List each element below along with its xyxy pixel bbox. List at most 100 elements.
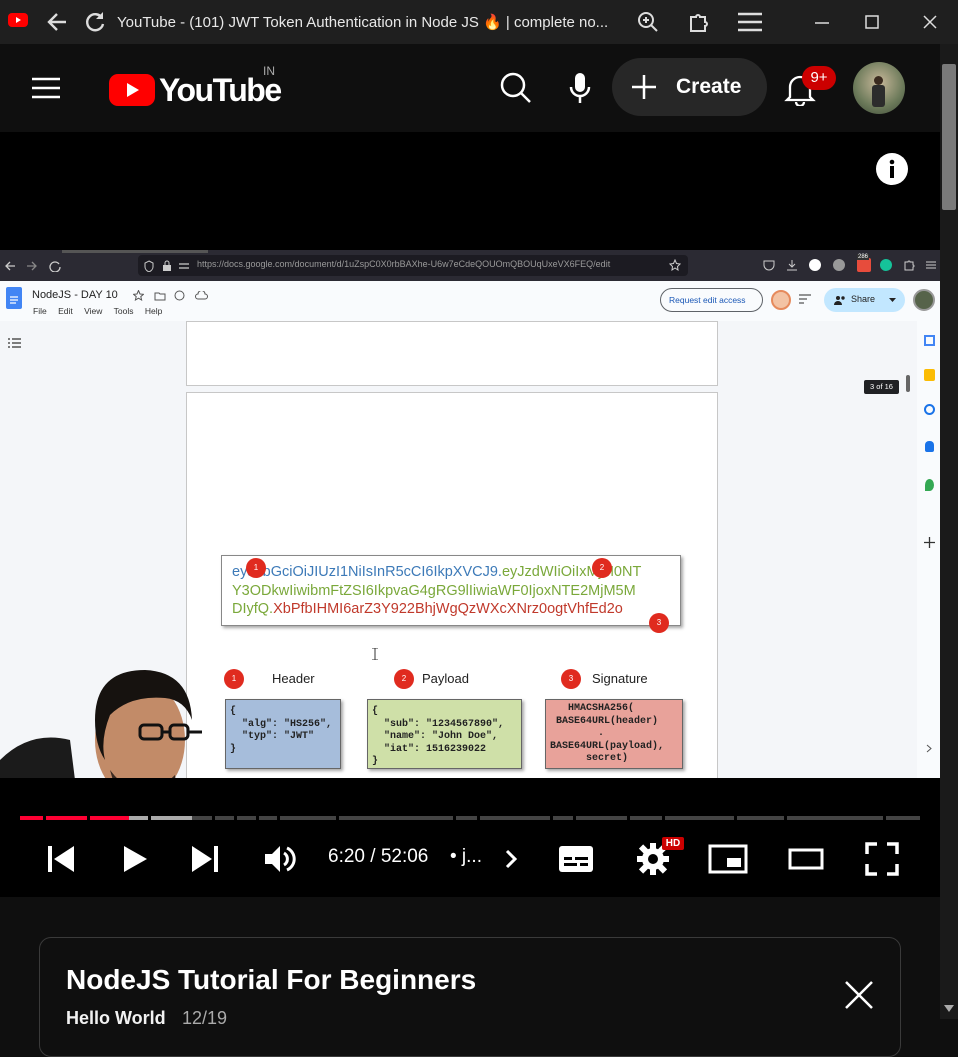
doc-status-icon: [174, 290, 185, 301]
jwt-signature-part: XbPfbIHMI6arZ3Y922BhjWgQzWXcXNrz0ogtVhfE…: [273, 601, 623, 617]
previous-button[interactable]: [46, 844, 76, 879]
chapter-divider: [234, 816, 237, 820]
create-label: Create: [676, 75, 742, 98]
maximize-icon[interactable]: [858, 8, 886, 36]
chapter-divider: [627, 816, 630, 820]
notification-count-badge: 9+: [802, 66, 836, 90]
inner-forward-icon: [27, 261, 37, 271]
chapter-divider: [734, 816, 737, 820]
doc-title: NodeJS - DAY 10: [32, 289, 118, 301]
zoom-icon[interactable]: [634, 8, 662, 36]
play-button[interactable]: [121, 844, 149, 879]
people-icon: [834, 296, 845, 305]
scrollbar-thumb[interactable]: [942, 64, 956, 210]
jwt-token-box: eyJhbGciOiJIUzI1NiIsInR5cCI6IkpXVCJ9.eyJ…: [221, 555, 681, 626]
miniplayer-button[interactable]: [708, 844, 748, 879]
text-cursor-icon: [372, 648, 378, 660]
back-arrow-icon[interactable]: [44, 8, 72, 36]
inner-extensions-icon: [904, 260, 915, 271]
youtube-logo[interactable]: YouTube IN: [109, 64, 289, 108]
region-code: IN: [263, 64, 275, 78]
playlist-title[interactable]: NodeJS Tutorial For Beginners: [66, 964, 476, 996]
chapter-divider: [477, 816, 480, 820]
playlist-panel: NodeJS Tutorial For Beginners Hello Worl…: [39, 937, 901, 1057]
extensions-puzzle-icon[interactable]: [684, 8, 712, 36]
avatar[interactable]: [853, 62, 905, 114]
extension-badge-icon: 286: [857, 254, 871, 272]
request-edit-access-button: Request edit access: [660, 288, 763, 312]
move-icon: [154, 292, 166, 301]
reload-icon[interactable]: [81, 8, 109, 36]
menu-file: File: [33, 306, 47, 316]
chapter-divider: [784, 816, 787, 820]
payload-marker: 2: [394, 669, 414, 689]
inner-reload-icon: [49, 261, 61, 272]
download-icon: [787, 260, 797, 271]
hd-badge: HD: [662, 837, 684, 850]
time-display: 6:20 / 52:06: [328, 846, 429, 867]
jwt-payload-part-b: DIyfQ.: [232, 601, 274, 617]
header-code-box: { "alg": "HS256", "typ": "JWT" }: [225, 699, 341, 769]
inner-url-bar: https://docs.google.com/document/d/1uZsp…: [138, 255, 688, 276]
cloud-icon: [195, 291, 208, 300]
plus-icon: [632, 75, 656, 99]
jwt-marker-3: 3: [649, 613, 669, 633]
hamburger-menu-icon[interactable]: [30, 76, 62, 105]
tasks-icon: [924, 404, 935, 415]
chapter-gaps: [20, 816, 920, 820]
star-icon: [133, 290, 144, 301]
extension-p-icon: [809, 259, 821, 271]
permissions-icon: [179, 263, 189, 269]
microphone-icon[interactable]: [568, 72, 592, 111]
youtube-favicon-icon: [8, 13, 28, 27]
page-scrollbar[interactable]: [940, 44, 958, 1019]
menu-lines-icon[interactable]: [736, 8, 764, 36]
browser-tab-title: YouTube - (101) JWT Token Authentication…: [117, 14, 609, 31]
signature-label: Signature: [592, 671, 648, 686]
jwt-header-part: eyJhbGciOiJIUzI1NiIsInR5cCI6IkpXVCJ9.: [232, 564, 502, 580]
below-player-area: NodeJS Tutorial For Beginners Hello Worl…: [0, 897, 940, 1057]
inner-back-icon: [5, 261, 15, 271]
chapter-title[interactable]: • j...: [450, 846, 482, 868]
collaborator-avatar: [771, 290, 791, 310]
chapter-divider: [883, 816, 886, 820]
jwt-marker-1: 1: [246, 558, 266, 578]
jwt-marker-2: 2: [592, 558, 612, 578]
add-addon-icon: [924, 537, 935, 548]
header-label: Header: [272, 671, 315, 686]
close-window-icon[interactable]: [916, 8, 944, 36]
scroll-down-arrow-icon[interactable]: [944, 1000, 954, 1018]
next-button[interactable]: [190, 844, 220, 879]
menu-edit: Edit: [58, 306, 73, 316]
header-marker: 1: [224, 669, 244, 689]
doc-page-previous: [186, 321, 718, 386]
info-icon[interactable]: [876, 153, 908, 185]
theater-mode-button[interactable]: [788, 848, 824, 875]
bookmark-star-icon: [669, 259, 681, 271]
pocket-icon: [763, 260, 775, 271]
chapter-chevron-icon[interactable]: [504, 849, 518, 874]
fullscreen-button[interactable]: [865, 842, 899, 881]
chapter-divider: [256, 816, 259, 820]
subtitles-button[interactable]: [558, 845, 594, 878]
page-indicator: 3 of 16: [864, 380, 899, 394]
create-button[interactable]: Create: [612, 58, 767, 116]
browser-title-bar: YouTube - (101) JWT Token Authentication…: [0, 0, 958, 44]
chapter-divider: [148, 816, 151, 820]
shield-icon: [144, 260, 154, 272]
menu-help: Help: [144, 306, 163, 316]
comments-icon: [799, 294, 811, 304]
chapter-divider: [212, 816, 215, 820]
progress-bar[interactable]: [20, 816, 920, 820]
volume-icon[interactable]: [263, 842, 297, 881]
close-playlist-icon[interactable]: [844, 980, 874, 1015]
chapter-divider: [573, 816, 576, 820]
chapter-divider: [43, 816, 46, 820]
chapter-divider: [336, 816, 339, 820]
youtube-play-logo-icon: [109, 74, 155, 106]
extension-badge-count: 286: [857, 254, 870, 260]
chapter-divider: [277, 816, 280, 820]
minimize-icon[interactable]: [808, 8, 836, 36]
search-icon[interactable]: [500, 72, 532, 109]
docs-scroll-thumb: [906, 375, 910, 392]
